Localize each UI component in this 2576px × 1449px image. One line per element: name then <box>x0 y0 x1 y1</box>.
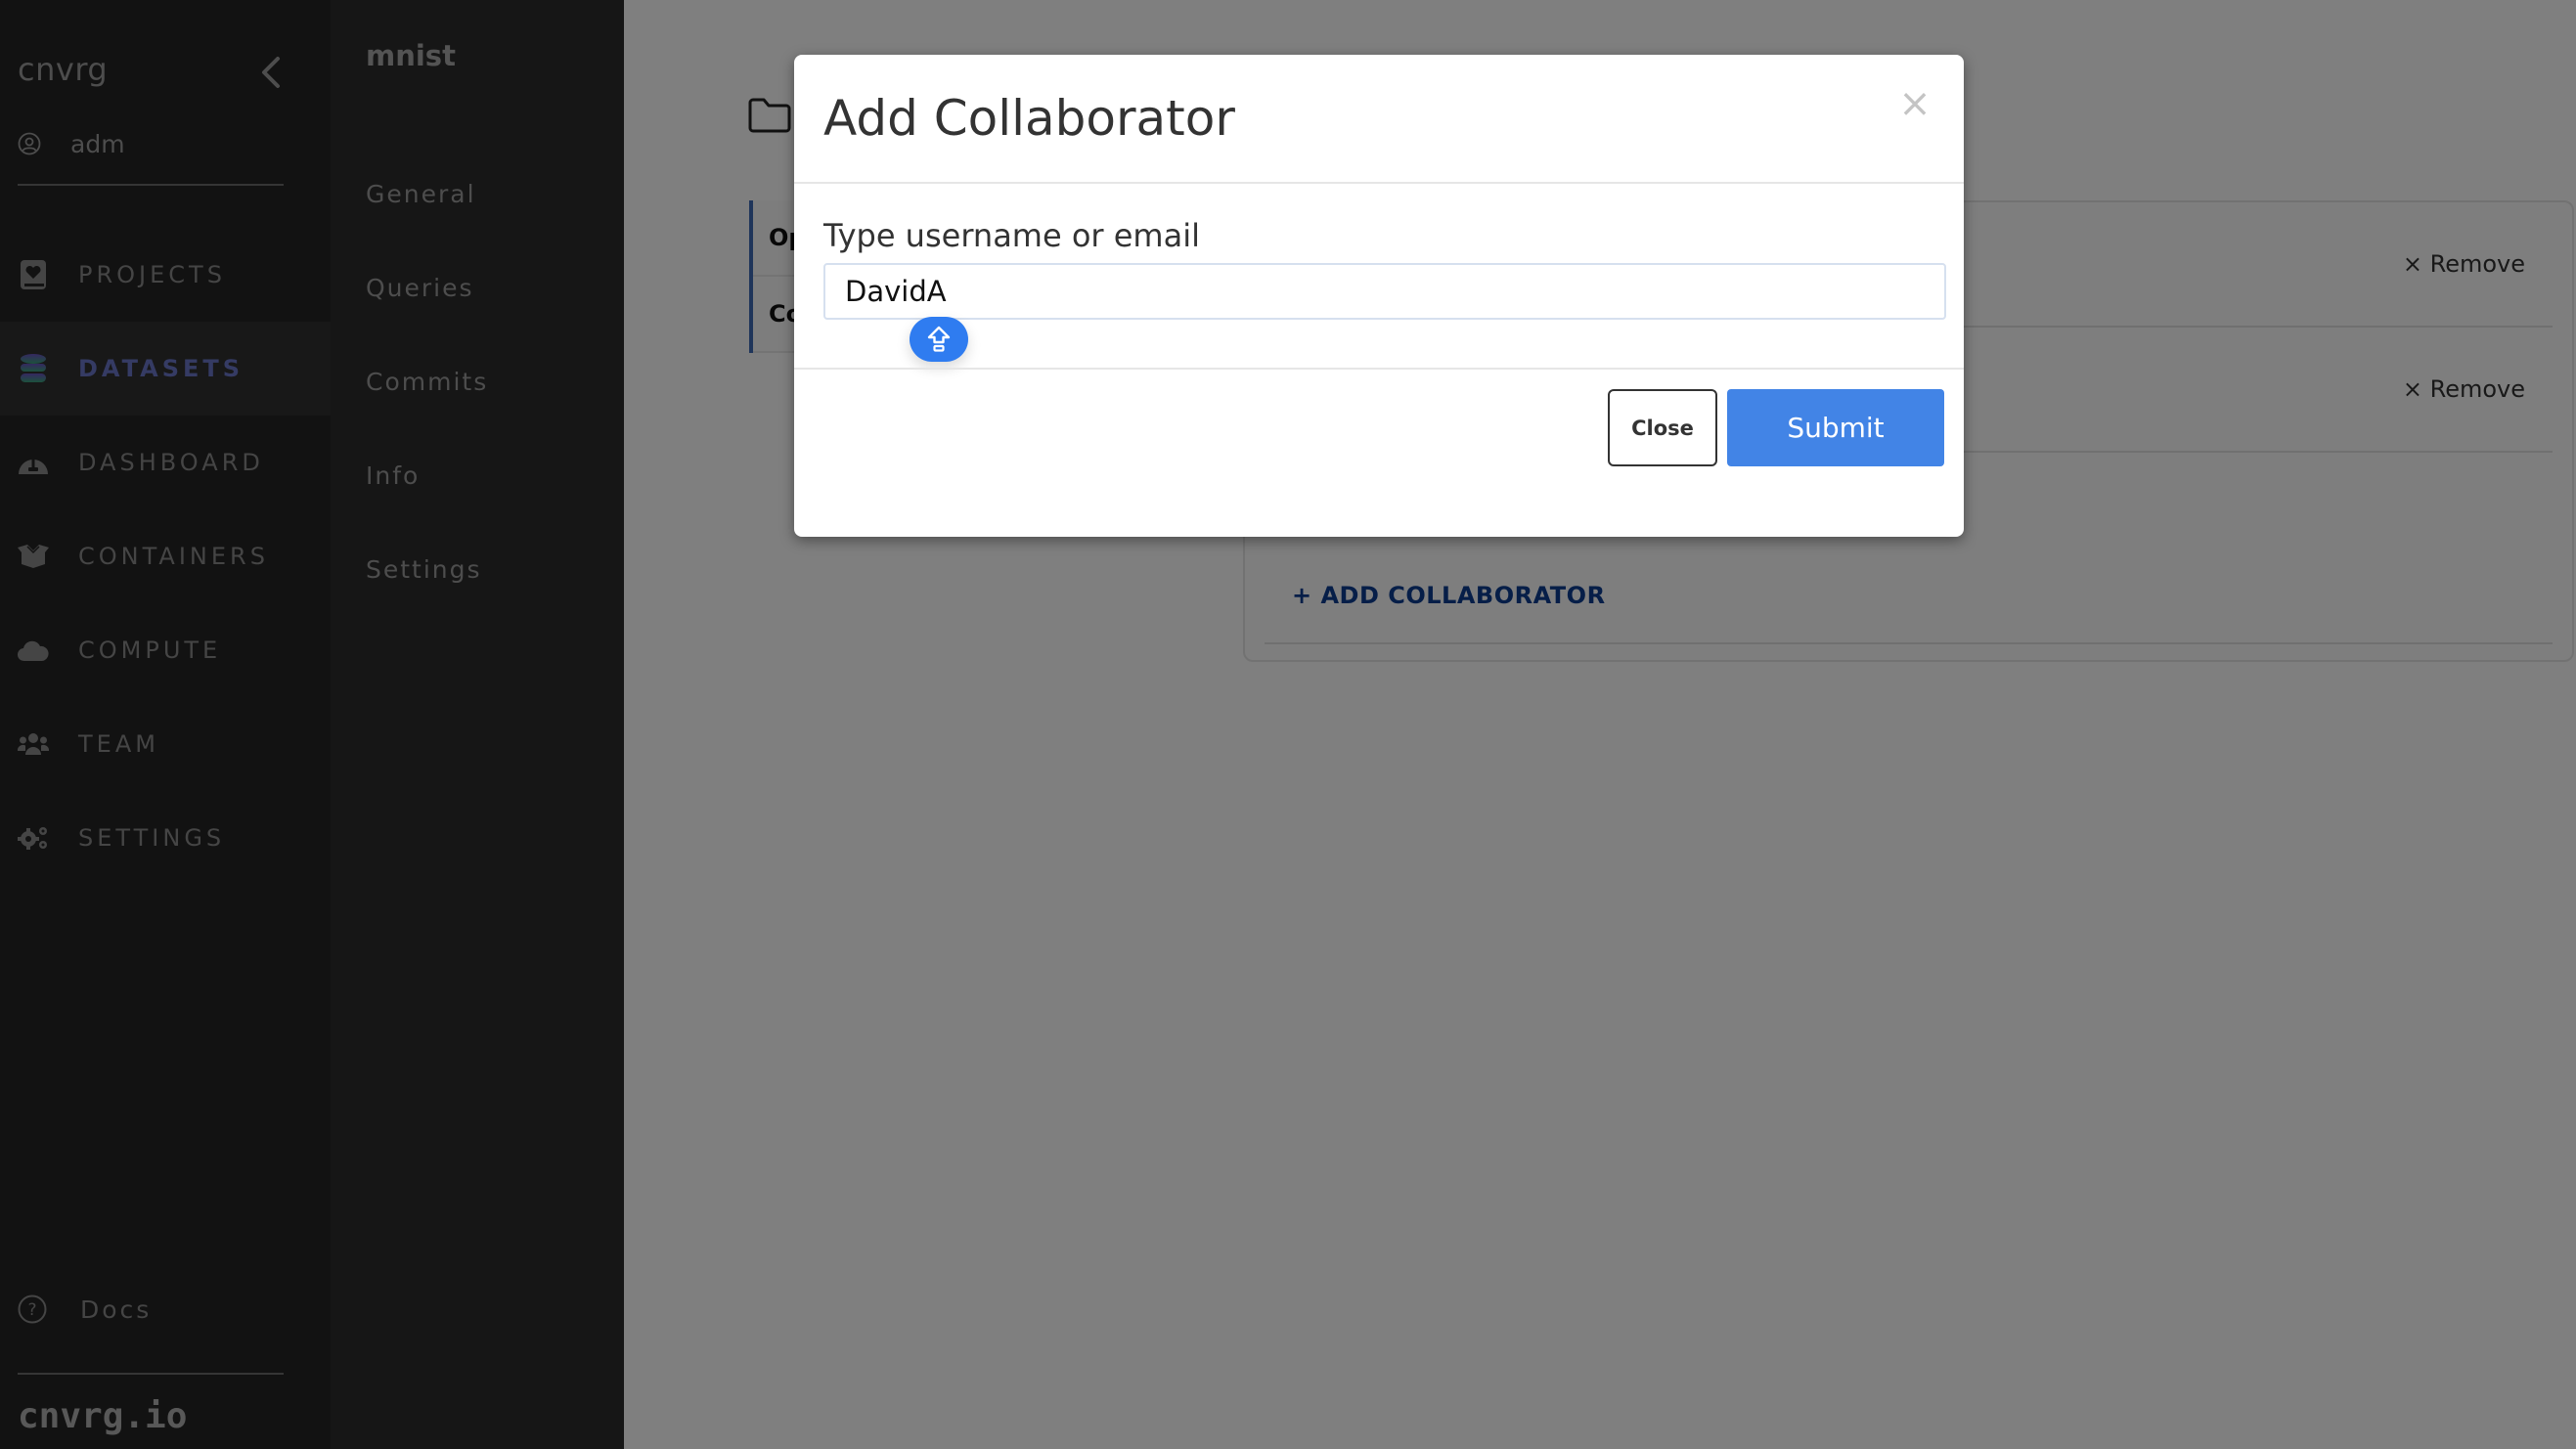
submit-button[interactable]: Submit <box>1727 389 1944 466</box>
shift-arrow-up-icon <box>927 326 951 352</box>
close-button[interactable]: Close <box>1608 389 1717 466</box>
modal-header: Add Collaborator × <box>794 55 1964 184</box>
add-collaborator-modal: Add Collaborator × Type username or emai… <box>794 55 1964 537</box>
modal-title: Add Collaborator <box>823 90 1235 147</box>
upload-arrow-button[interactable] <box>910 317 968 362</box>
modal-footer-divider <box>794 368 1964 370</box>
username-field-label: Type username or email <box>823 217 1200 254</box>
close-icon[interactable]: × <box>1895 84 1934 123</box>
username-email-input[interactable] <box>823 263 1946 320</box>
